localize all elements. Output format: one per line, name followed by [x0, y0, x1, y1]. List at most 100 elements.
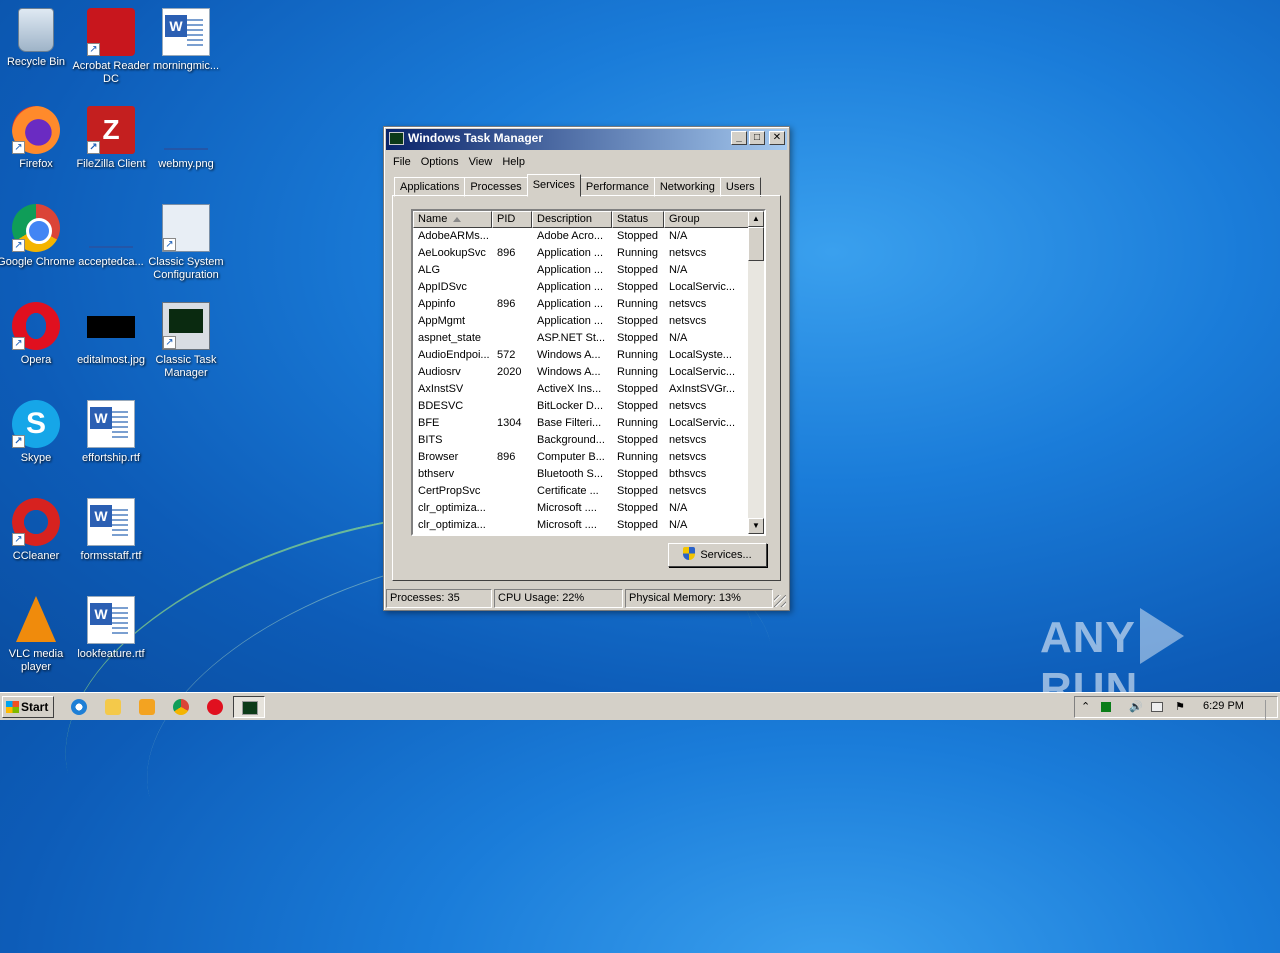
desktop-icon-acceptedca[interactable]: acceptedca...: [72, 204, 150, 269]
cell-group: LocalServic...: [669, 417, 736, 429]
tab-networking[interactable]: Networking: [653, 177, 721, 197]
scroll-up-button[interactable]: ▲: [748, 211, 764, 227]
table-row[interactable]: Browser 896 Computer B... Running netsvcs: [413, 449, 764, 466]
window-titlebar[interactable]: Windows Task Manager _ □ ✕: [386, 129, 787, 150]
start-button[interactable]: Start: [2, 696, 54, 718]
tab-performance[interactable]: Performance: [579, 177, 655, 197]
desktop-icon-formsstaff[interactable]: W formsstaff.rtf: [72, 498, 150, 563]
table-row[interactable]: aspnet_state ASP.NET St... Stopped N/A: [413, 330, 764, 347]
table-row[interactable]: Appinfo 896 Application ... Running netsvcs: [413, 296, 764, 313]
taskbar-item-task-manager[interactable]: [233, 696, 265, 718]
menu-file[interactable]: File: [388, 154, 416, 170]
tab-users[interactable]: Users: [719, 177, 761, 197]
table-row[interactable]: bthserv Bluetooth S... Stopped bthsvcs: [413, 466, 764, 483]
vertical-scrollbar[interactable]: ▲ ▼: [748, 211, 764, 534]
column-header-group[interactable]: Group: [664, 211, 749, 228]
desktop-icon-editalmost[interactable]: editalmost.jpg: [72, 302, 150, 367]
services-list[interactable]: Name PID Description Status Group AdobeA…: [411, 209, 766, 536]
table-row[interactable]: AxInstSV ActiveX Ins... Stopped AxInstSVGr.…: [413, 381, 764, 398]
menu-view[interactable]: View: [464, 154, 498, 170]
cell-pid: [492, 483, 532, 500]
chrome-icon: ↗: [12, 204, 60, 252]
table-row[interactable]: clr_optimiza... Microsoft .... Stopped N/A: [413, 500, 764, 517]
table-row[interactable]: AppIDSvc Application ... Stopped LocalServi…: [413, 279, 764, 296]
cell-name: AudioEndpoi...: [418, 349, 490, 361]
monitor-icon[interactable]: [1151, 702, 1163, 712]
desktop-icon-webmy[interactable]: webmy.png: [147, 106, 225, 171]
opera-icon[interactable]: [207, 699, 223, 715]
desktop-icon-taskmgr[interactable]: ↗ Classic Task Manager: [147, 302, 225, 380]
maximize-button[interactable]: □: [749, 131, 765, 145]
desktop-icon-skype[interactable]: S ↗ Skype: [0, 400, 75, 465]
tab-services[interactable]: Services: [526, 174, 581, 197]
cell-description: ASP.NET St...: [537, 332, 606, 344]
table-row[interactable]: BITS Background... Stopped netsvcs: [413, 432, 764, 449]
tab-applications[interactable]: Applications: [394, 177, 466, 197]
column-header-status[interactable]: Status: [612, 211, 664, 228]
desktop-icon-morningmic[interactable]: W morningmic...: [147, 8, 225, 73]
network-icon[interactable]: [1101, 702, 1111, 712]
file-icon: [87, 204, 135, 252]
table-row[interactable]: CertPropSvc Certificate ... Stopped netsvcs: [413, 483, 764, 500]
tab-processes[interactable]: Processes: [464, 177, 528, 197]
action-center-flag-icon[interactable]: ⚑: [1175, 700, 1185, 713]
desktop-icon-msconfig[interactable]: ↗ Classic System Configuration: [147, 204, 225, 282]
desktop-icon-chrome[interactable]: ↗ Google Chrome: [0, 204, 75, 269]
cell-pid: 896: [497, 247, 516, 259]
windows-logo-icon: [6, 701, 19, 713]
cell-pid: [492, 398, 532, 415]
resize-grip[interactable]: [774, 595, 786, 607]
desktop-icon-ccleaner[interactable]: ↗ CCleaner: [0, 498, 75, 563]
volume-icon[interactable]: 🔊: [1129, 700, 1143, 713]
desktop-icon-firefox[interactable]: ↗ Firefox: [0, 106, 75, 171]
cell-group: LocalServic...: [669, 281, 736, 293]
task-manager-icon: ↗: [162, 302, 210, 350]
close-button[interactable]: ✕: [769, 131, 785, 145]
status-physical-memory: Physical Memory: 13%: [625, 589, 773, 608]
table-row[interactable]: AeLookupSvc 896 Application ... Running nets…: [413, 245, 764, 262]
column-header-name[interactable]: Name: [413, 211, 492, 228]
table-row[interactable]: AudioEndpoi... 572 Windows A... Running Loca…: [413, 347, 764, 364]
desktop-icon-lookfeature[interactable]: W lookfeature.rtf: [72, 596, 150, 661]
ie-icon[interactable]: [71, 699, 87, 715]
scroll-down-button[interactable]: ▼: [748, 518, 764, 534]
cell-status: Running: [617, 298, 658, 310]
minimize-button[interactable]: _: [731, 131, 747, 145]
cell-pid: [492, 262, 532, 279]
cell-group: N/A: [669, 502, 688, 514]
show-hidden-icons-icon[interactable]: ⌃: [1081, 700, 1090, 713]
cell-description: Application ...: [537, 298, 604, 310]
desktop-icon-label: CCleaner: [12, 550, 60, 562]
menu-help[interactable]: Help: [497, 154, 530, 170]
system-configuration-icon: ↗: [162, 204, 210, 252]
explorer-icon[interactable]: [105, 699, 121, 715]
show-desktop-button[interactable]: [1265, 700, 1277, 720]
image-file-icon: [87, 316, 135, 338]
media-player-icon[interactable]: [139, 699, 155, 715]
table-row[interactable]: clr_optimiza... Microsoft .... Stopped N/A: [413, 517, 764, 534]
cell-status: Stopped: [617, 281, 658, 293]
chrome-icon[interactable]: [173, 699, 189, 715]
cell-name: bthserv: [418, 468, 455, 480]
menu-options[interactable]: Options: [416, 154, 464, 170]
table-row[interactable]: AppMgmt Application ... Stopped netsvcs: [413, 313, 764, 330]
clock[interactable]: 6:29 PM: [1203, 700, 1244, 712]
desktop-icon-recycle-bin[interactable]: Recycle Bin: [0, 8, 75, 69]
table-row[interactable]: ALG Application ... Stopped N/A: [413, 262, 764, 279]
cell-status: Stopped: [617, 264, 658, 276]
desktop-icon-effortship[interactable]: W effortship.rtf: [72, 400, 150, 465]
shortcut-arrow-icon: ↗: [12, 239, 25, 252]
desktop-icon-filezilla[interactable]: Z ↗ FileZilla Client: [72, 106, 150, 171]
table-row[interactable]: AdobeARMs... Adobe Acro... Stopped N/A: [413, 228, 764, 245]
watermark-text-left: ANY: [1040, 613, 1136, 662]
services-button[interactable]: Services...: [668, 543, 767, 567]
column-header-description[interactable]: Description: [532, 211, 612, 228]
desktop-icon-opera[interactable]: ↗ Opera: [0, 302, 75, 367]
desktop-icon-vlc[interactable]: VLC media player: [0, 596, 75, 674]
desktop-icon-acrobat[interactable]: ↗ Acrobat Reader DC: [72, 8, 150, 86]
table-row[interactable]: BFE 1304 Base Filteri... Running LocalServic…: [413, 415, 764, 432]
table-row[interactable]: Audiosrv 2020 Windows A... Running LocalServ…: [413, 364, 764, 381]
table-row[interactable]: BDESVC BitLocker D... Stopped netsvcs: [413, 398, 764, 415]
scroll-thumb[interactable]: [748, 227, 764, 261]
column-header-pid[interactable]: PID: [492, 211, 532, 228]
